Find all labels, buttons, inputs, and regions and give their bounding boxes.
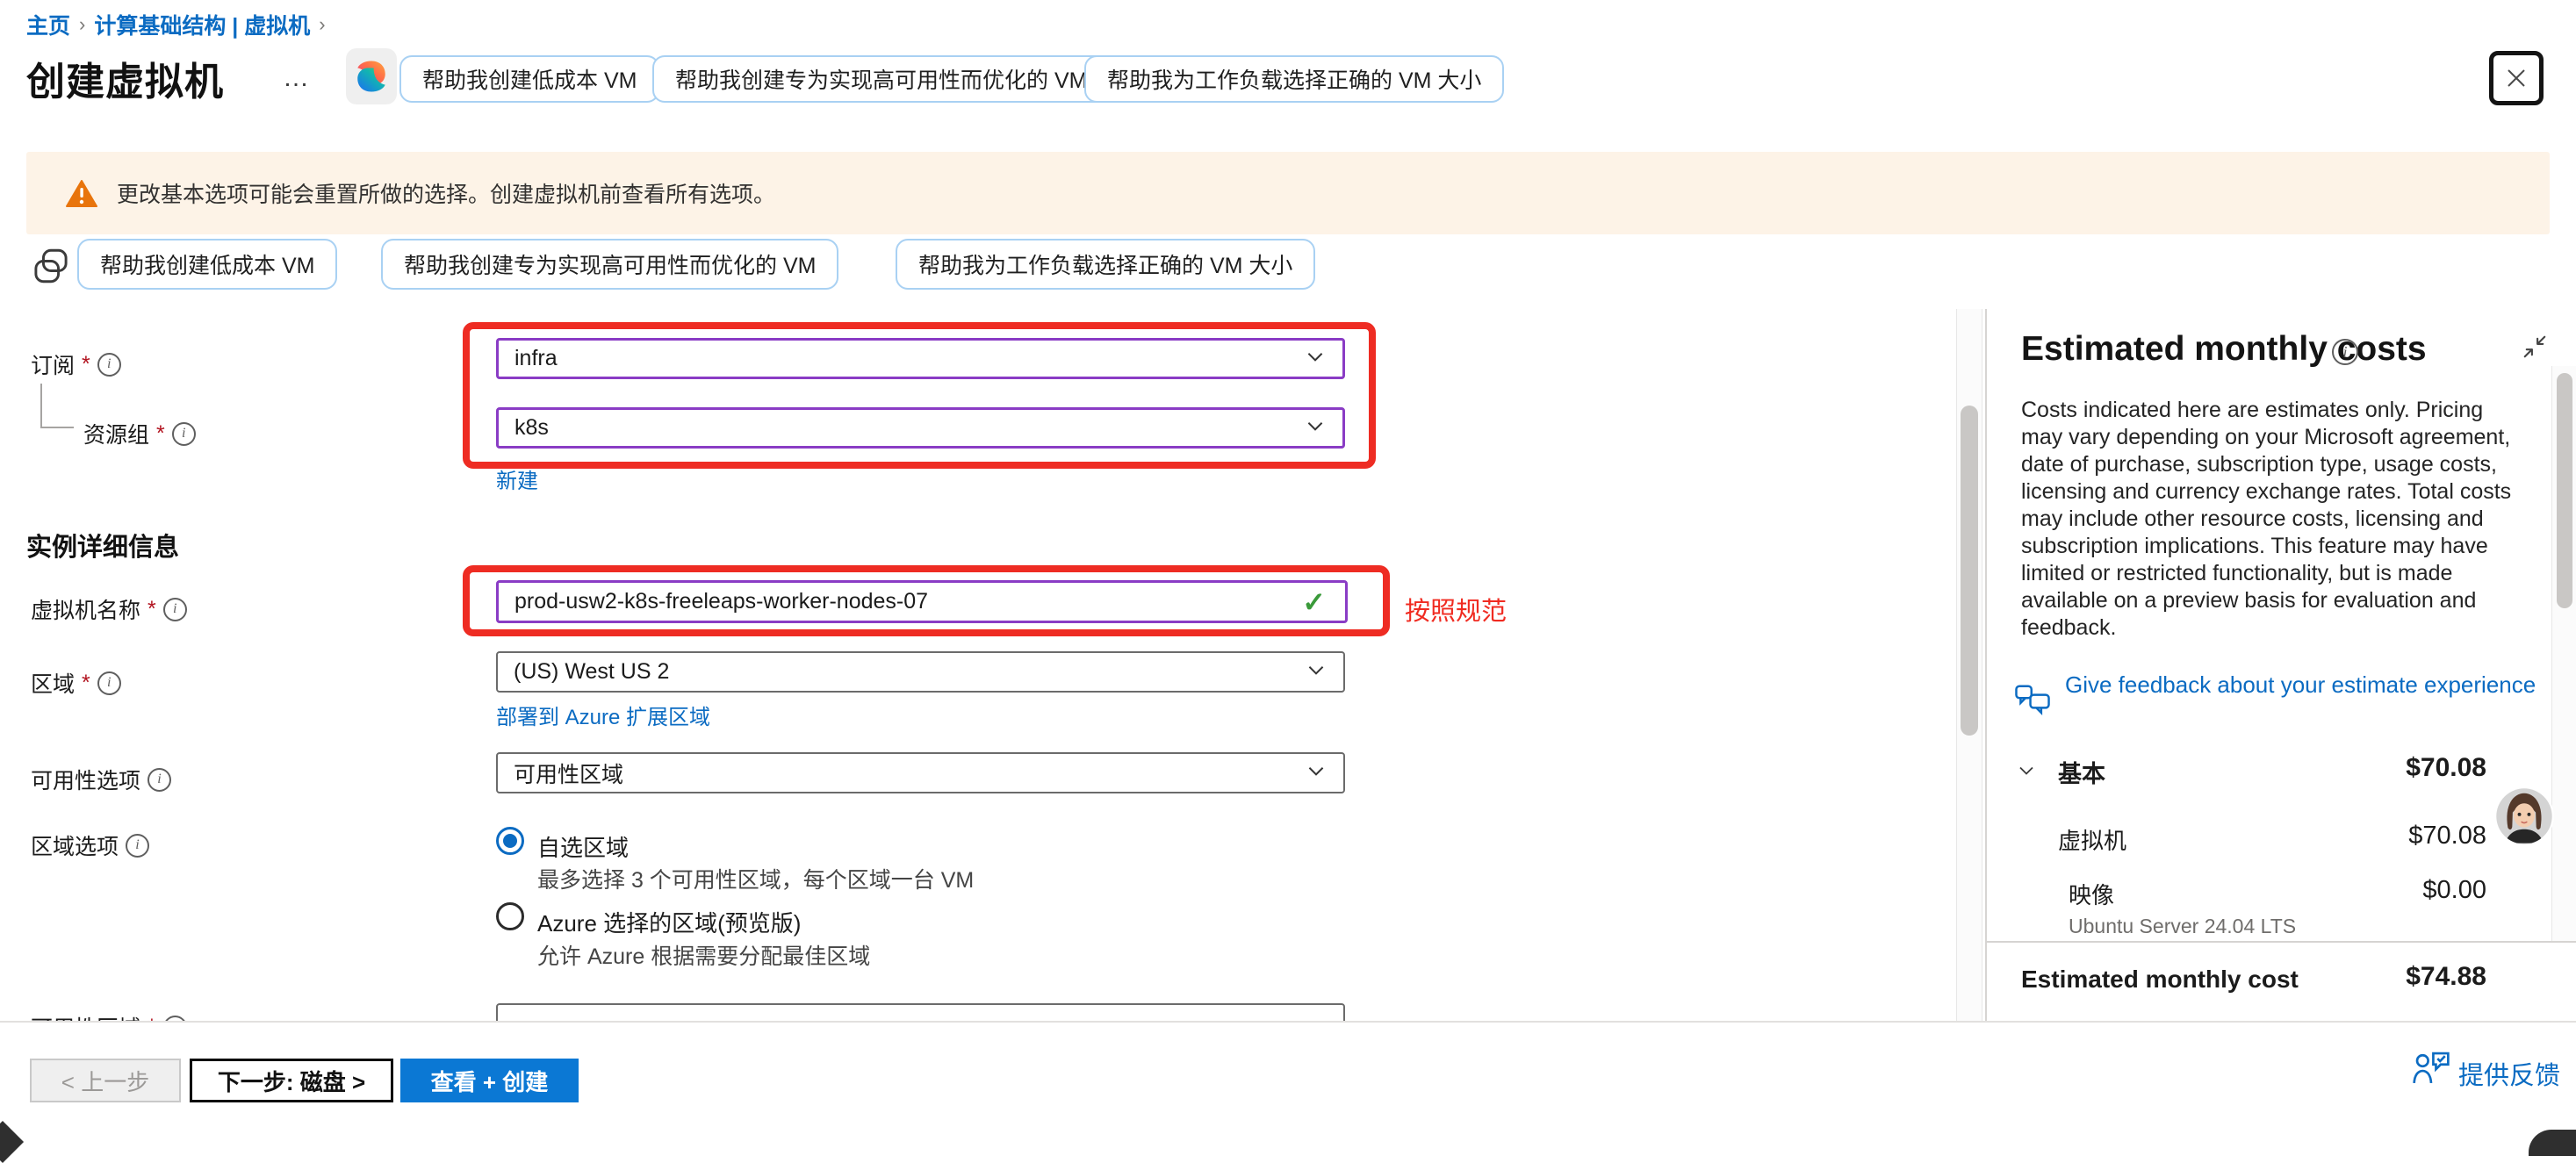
radio-azure-selected-zones-desc: 允许 Azure 根据需要分配最佳区域	[537, 939, 870, 971]
review-create-button[interactable]: 查看 + 创建	[400, 1059, 579, 1102]
radio-self-selected-zones-desc: 最多选择 3 个可用性区域，每个区域一台 VM	[537, 863, 974, 894]
info-icon[interactable]: i	[97, 353, 121, 377]
page-title: 创建虚拟机	[26, 50, 224, 106]
required-asterisk: *	[82, 671, 90, 696]
region-dropdown[interactable]: (US) West US 2	[496, 651, 1345, 693]
breadcrumb: 主页 › 计算基础结构 | 虚拟机 ›	[26, 9, 335, 40]
zone-options-label: 区域选项 i	[31, 829, 149, 861]
required-asterisk: *	[148, 1015, 156, 1022]
availability-options-label: 可用性选项 i	[31, 764, 171, 795]
resource-group-label: 资源组 * i	[83, 418, 196, 449]
breadcrumb-separator-icon: ›	[310, 13, 334, 36]
cost-vm-label: 虚拟机	[2058, 823, 2126, 856]
cost-total-label: Estimated monthly cost	[2021, 966, 2299, 994]
chevron-down-icon	[1304, 414, 1327, 442]
more-actions-button[interactable]: …	[283, 63, 312, 93]
cost-group-label[interactable]: 基本	[2058, 755, 2105, 789]
vm-name-input[interactable]: prod-usw2-k8s-freeleaps-worker-nodes-07 …	[496, 580, 1348, 623]
form-scrollbar-track[interactable]	[1956, 309, 1982, 1021]
availability-zone-row-clipped: 可用性区域 * i 区域 1	[0, 1001, 1954, 1021]
next-disks-button[interactable]: 下一步: 磁盘 >	[190, 1059, 393, 1102]
feedback-link[interactable]: 提供反馈	[2458, 1055, 2560, 1092]
edge-zone-link[interactable]: 部署到 Azure 扩展区域	[496, 700, 710, 730]
tree-connector-horizontal	[40, 427, 74, 428]
info-icon[interactable]: i	[97, 671, 121, 695]
screen-corner-artifact	[0, 1121, 24, 1163]
copilot-button[interactable]	[346, 48, 397, 104]
cost-panel-description: Costs indicated here are estimates only.…	[2021, 397, 2529, 642]
avatar[interactable]	[2493, 786, 2555, 851]
warning-banner: 更改基本选项可能会重置所做的选择。创建虚拟机前查看所有选项。	[26, 152, 2550, 234]
previous-button[interactable]: < 上一步	[30, 1059, 181, 1102]
resource-group-dropdown[interactable]: k8s	[496, 407, 1345, 449]
info-icon[interactable]: i	[172, 422, 196, 446]
warning-text: 更改基本选项可能会重置所做的选择。创建虚拟机前查看所有选项。	[117, 177, 775, 209]
valid-check-icon: ✓	[1302, 585, 1326, 619]
cost-image-amount: $0.00	[2328, 876, 2486, 905]
cost-image-subtext: Ubuntu Server 24.04 LTS	[2069, 915, 2296, 938]
region-label: 区域 * i	[31, 667, 121, 699]
copilot-outline-icon	[32, 247, 70, 290]
feedback-person-icon	[2411, 1050, 2451, 1091]
panel-divider	[1985, 309, 1987, 1021]
subscription-label: 订阅 * i	[31, 348, 121, 380]
cost-group-amount: $70.08	[2328, 753, 2486, 783]
create-vm-page: 主页 › 计算基础结构 | 虚拟机 › 创建虚拟机 … 帮助我创建低成本	[0, 0, 2576, 1143]
close-button[interactable]	[2489, 51, 2544, 105]
info-icon[interactable]: i	[148, 768, 171, 792]
chevron-down-icon	[1305, 1003, 1328, 1022]
section-instance-details: 实例详细信息	[26, 527, 179, 564]
copilot-pill-vm-size[interactable]: 帮助我为工作负载选择正确的 VM 大小	[1084, 55, 1504, 103]
form-scrollbar-thumb[interactable]	[1961, 406, 1978, 736]
chevron-down-icon	[1305, 658, 1328, 686]
cost-panel-scrollbar-thumb[interactable]	[2557, 373, 2572, 608]
close-icon	[2503, 65, 2529, 91]
radio-self-selected-zones-label: 自选区域	[537, 830, 629, 863]
info-icon[interactable]: i	[2332, 339, 2358, 365]
cost-panel-title: Estimated monthly costs	[2021, 330, 2427, 369]
chevron-down-icon	[1304, 345, 1327, 372]
copilot-pill-low-cost-2[interactable]: 帮助我创建低成本 VM	[77, 239, 337, 290]
breadcrumb-separator-icon: ›	[70, 13, 94, 36]
copilot-logo-icon	[353, 58, 390, 95]
radio-azure-selected-zones-label: Azure 选择的区域(预览版)	[537, 906, 801, 938]
footer-divider	[0, 1021, 2576, 1023]
subscription-dropdown[interactable]: infra	[496, 338, 1345, 379]
breadcrumb-compute-link[interactable]: 计算基础结构 | 虚拟机	[94, 9, 310, 40]
copilot-pill-high-availability[interactable]: 帮助我创建专为实现高可用性而优化的 VM	[652, 55, 1110, 103]
chevron-down-icon[interactable]	[2014, 760, 2039, 786]
collapse-panel-icon[interactable]	[2522, 334, 2548, 364]
tree-connector-vertical	[40, 384, 42, 427]
estimate-feedback-link[interactable]: Give feedback about your estimate experi…	[2065, 671, 2539, 700]
copilot-pill-vm-size-2[interactable]: 帮助我为工作负载选择正确的 VM 大小	[896, 239, 1315, 290]
feedback-bubbles-icon	[2014, 683, 2051, 724]
radio-self-selected-zones[interactable]	[496, 827, 524, 855]
availability-zone-label: 可用性区域 * i	[31, 1011, 187, 1021]
info-icon[interactable]: i	[126, 834, 149, 858]
breadcrumb-home-link[interactable]: 主页	[26, 9, 70, 40]
vm-name-label: 虚拟机名称 * i	[31, 593, 187, 625]
availability-options-dropdown[interactable]: 可用性区域	[496, 752, 1345, 793]
required-asterisk: *	[148, 597, 156, 622]
create-new-resource-group-link[interactable]: 新建	[496, 463, 538, 494]
required-asterisk: *	[156, 421, 165, 447]
availability-zone-dropdown[interactable]: 区域 1	[496, 1003, 1345, 1021]
radio-azure-selected-zones[interactable]	[496, 902, 524, 930]
chevron-down-icon	[1305, 759, 1328, 786]
annotation-note: 按照规范	[1405, 591, 1507, 628]
cost-image-label: 映像	[2069, 878, 2114, 910]
cost-panel-scrollbar-track[interactable]	[2551, 366, 2576, 942]
cost-vm-amount: $70.08	[2328, 822, 2486, 851]
warning-icon	[66, 179, 97, 208]
copilot-pill-low-cost[interactable]: 帮助我创建低成本 VM	[399, 55, 659, 103]
info-icon[interactable]: i	[163, 598, 187, 621]
cost-total-divider	[1986, 941, 2576, 943]
copilot-pill-high-availability-2[interactable]: 帮助我创建专为实现高可用性而优化的 VM	[381, 239, 838, 290]
required-asterisk: *	[82, 352, 90, 377]
cost-total-amount: $74.88	[2328, 962, 2486, 992]
screen-corner-artifact	[2529, 1130, 2576, 1156]
